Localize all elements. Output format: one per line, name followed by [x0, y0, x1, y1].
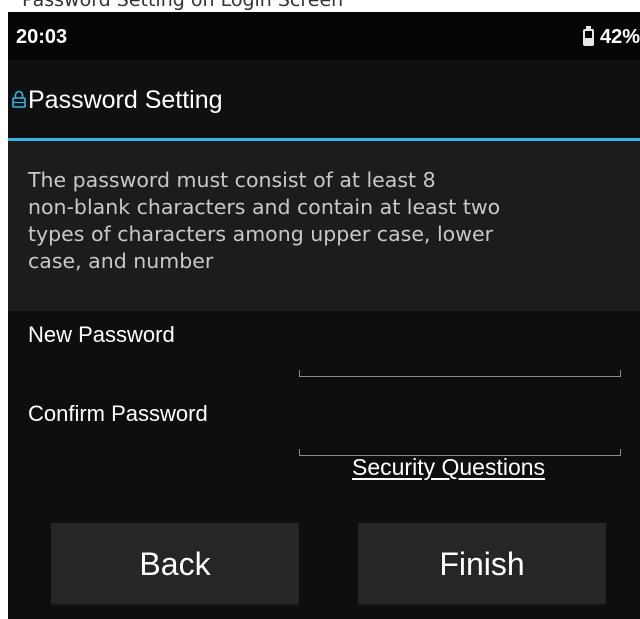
password-rules-notice: The password must consist of at least 8 … [8, 141, 640, 311]
top-strip-text: Password Setting on Login Screen [22, 0, 344, 11]
page-title: Password Setting [28, 86, 223, 114]
new-password-label: New Password [28, 322, 175, 347]
lock-icon [12, 90, 26, 108]
battery-icon [582, 26, 594, 46]
battery-indicator: 42% [582, 26, 640, 49]
confirm-password-label: Confirm Password [28, 401, 208, 426]
battery-level: 42% [599, 26, 640, 48]
new-password-field[interactable] [299, 367, 621, 377]
password-rules-text: The password must consist of at least 8 … [28, 167, 628, 275]
back-button[interactable]: Back [51, 523, 299, 606]
status-time: 20:03 [16, 26, 68, 48]
security-questions-link[interactable]: Security Questions [352, 454, 545, 481]
status-bar: 20:03 42% [8, 12, 640, 60]
notice-line: non-blank characters and contain at leas… [28, 195, 501, 219]
top-strip: Password Setting on Login Screen [0, 0, 640, 12]
finish-button[interactable]: Finish [358, 523, 606, 606]
notice-line: case, and number [28, 249, 214, 273]
notice-line: types of characters among upper case, lo… [28, 222, 494, 246]
device-screen: 20:03 42% Password Setting The password … [8, 12, 640, 619]
title-bar: Password Setting [8, 60, 640, 138]
notice-line: The password must consist of at least 8 [28, 168, 436, 192]
